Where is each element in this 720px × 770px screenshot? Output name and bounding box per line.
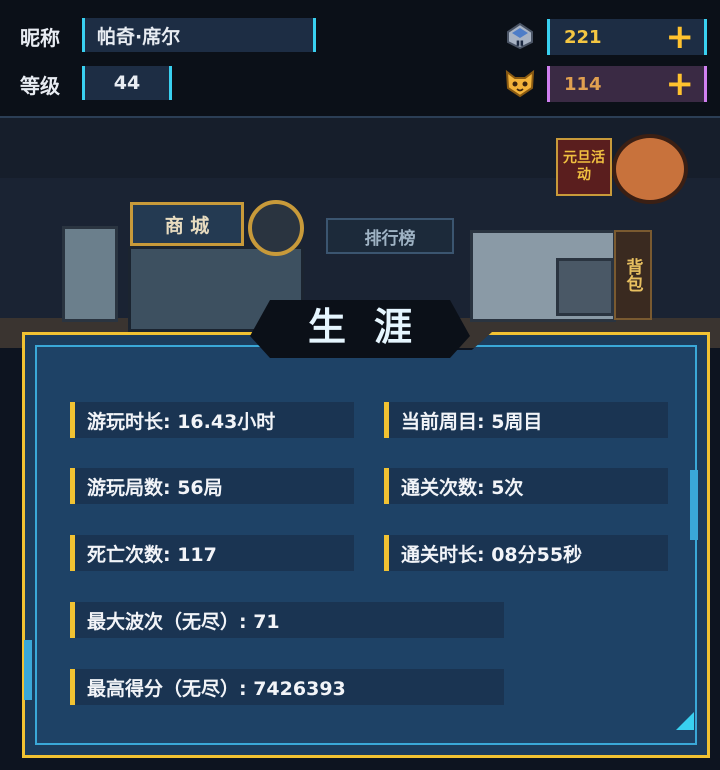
stat-clear-time: 通关时长: 08分55秒 bbox=[384, 535, 668, 571]
leaderboard-sign[interactable]: 排行榜 bbox=[326, 218, 454, 254]
currency1-field[interactable]: 221 + bbox=[547, 19, 707, 55]
drum-icon bbox=[612, 134, 688, 204]
nickname-field: 帕奇·席尔 bbox=[82, 18, 316, 52]
shop-speaker-icon bbox=[248, 200, 304, 256]
shop-sign[interactable]: 商 城 bbox=[130, 202, 244, 246]
top-status-bar: 昵称 帕奇·席尔 等级 44 ▮▮ 221 + 114 + bbox=[0, 0, 720, 118]
nickname-value: 帕奇·席尔 bbox=[97, 25, 181, 48]
currency2-add-button[interactable]: + bbox=[666, 67, 695, 101]
right-side-decoration bbox=[690, 470, 698, 540]
stat-deaths: 死亡次数: 117 bbox=[70, 535, 354, 571]
stat-current-cycle: 当前周目: 5周目 bbox=[384, 402, 668, 438]
vending-machine bbox=[62, 226, 118, 322]
backpack-sign[interactable]: 背包 bbox=[614, 230, 652, 320]
stat-max-wave-endless: 最大波次（无尽）: 71 bbox=[70, 602, 504, 638]
svg-text:▮▮: ▮▮ bbox=[516, 39, 524, 47]
new-year-event-sign[interactable]: 元旦活动 bbox=[556, 138, 612, 196]
level-field: 44 bbox=[82, 66, 172, 100]
cat-face-icon bbox=[504, 68, 536, 98]
currency2-value: 114 bbox=[564, 73, 602, 95]
corner-triangle-icon bbox=[676, 712, 694, 730]
nickname-label: 昵称 bbox=[20, 26, 60, 50]
stat-clears: 通关次数: 5次 bbox=[384, 468, 668, 504]
level-value: 44 bbox=[113, 72, 141, 94]
currency1-value: 221 bbox=[564, 26, 602, 48]
level-label: 等级 bbox=[20, 74, 60, 98]
stat-games-played: 游玩局数: 56局 bbox=[70, 468, 354, 504]
stat-play-time: 游玩时长: 16.43小时 bbox=[70, 402, 354, 438]
stat-high-score-endless: 最高得分（无尽）: 7426393 bbox=[70, 669, 504, 705]
left-side-decoration bbox=[24, 640, 32, 700]
currency1-add-button[interactable]: + bbox=[666, 20, 695, 54]
gem-box-icon: ▮▮ bbox=[504, 20, 536, 50]
panel-title: 生涯 bbox=[307, 305, 440, 349]
machine-screen bbox=[556, 258, 614, 316]
currency2-field[interactable]: 114 + bbox=[547, 66, 707, 102]
